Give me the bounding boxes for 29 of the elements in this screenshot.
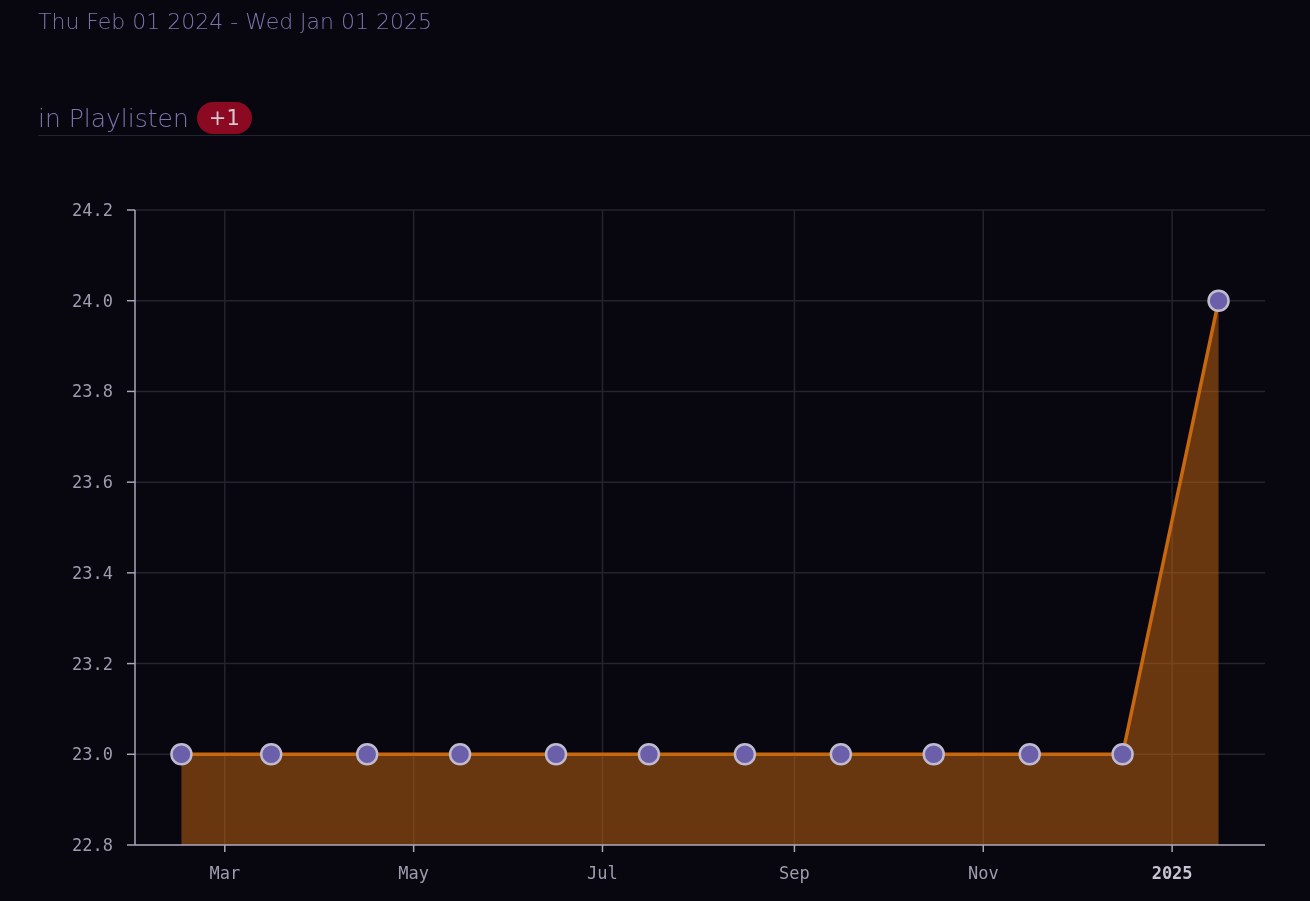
data-point <box>544 743 568 766</box>
axis-label: 23.8 <box>72 381 113 402</box>
section-heading: in Playlisten <box>38 103 189 133</box>
data-point <box>922 743 945 766</box>
data-point <box>259 743 283 766</box>
axis-label: Sep <box>779 863 810 883</box>
axis-label: Nov <box>967 863 999 883</box>
data-point <box>170 743 193 766</box>
axis-label: Mar <box>209 863 241 883</box>
data-point <box>448 743 472 766</box>
data-point <box>1207 289 1230 312</box>
axis-label: 23.0 <box>72 744 113 765</box>
data-point <box>355 743 379 766</box>
data-point <box>637 743 661 766</box>
axis-label: 23.2 <box>72 653 113 674</box>
axis-label: 23.4 <box>72 562 113 583</box>
data-point <box>733 743 757 766</box>
data-point <box>1111 743 1134 766</box>
count-badge: +1 <box>196 102 252 134</box>
axis-label: Jul <box>587 863 618 883</box>
axis-label: 24.0 <box>72 290 113 311</box>
date-range-text: Thu Feb 01 2024 - Wed Jan 01 2025 <box>38 8 432 36</box>
data-point <box>1018 743 1041 766</box>
axis-label: 24.2 <box>72 200 113 220</box>
axis-label: May <box>398 863 429 883</box>
data-point <box>829 743 853 766</box>
axis-label: 2025 <box>1151 863 1193 883</box>
axis-label: 22.8 <box>72 835 113 855</box>
axis-label: 23.6 <box>72 472 113 493</box>
